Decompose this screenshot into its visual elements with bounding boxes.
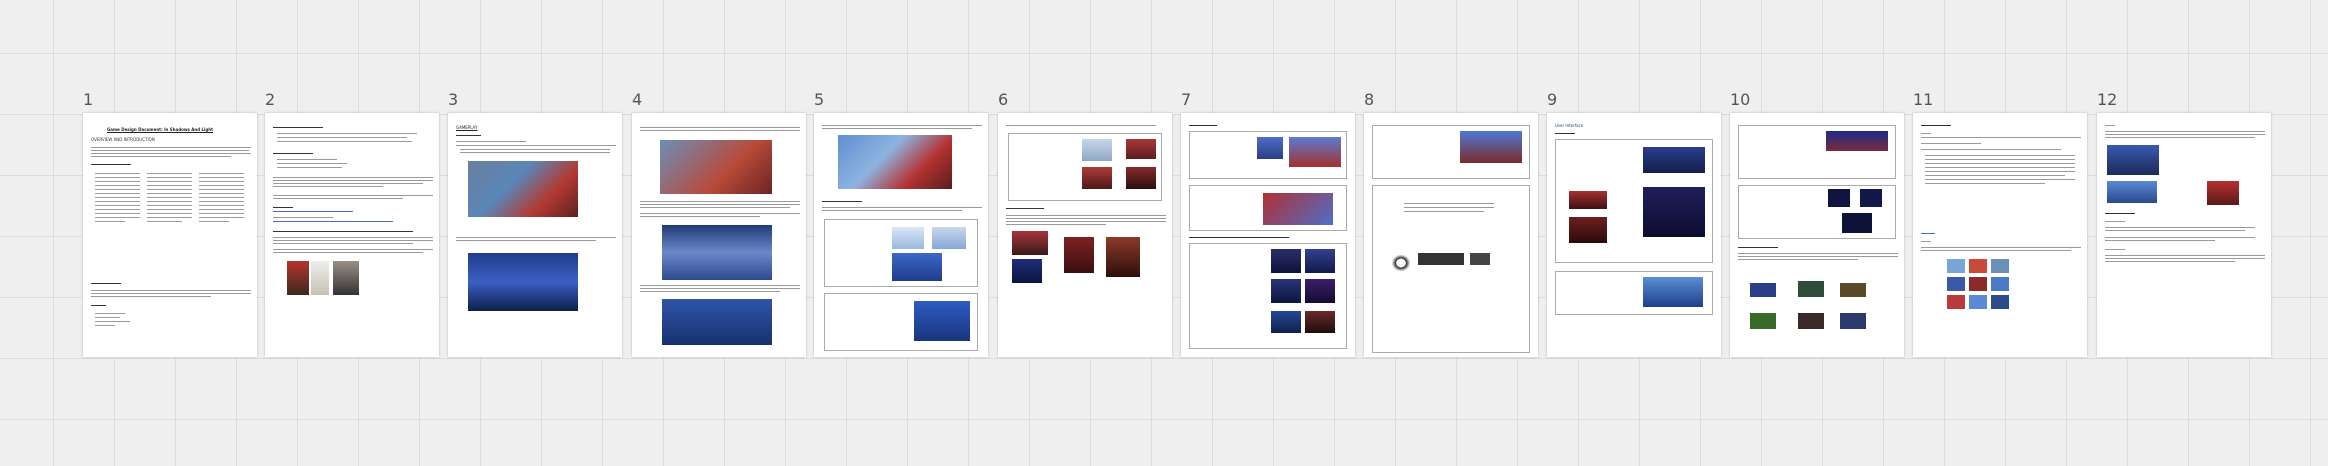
page-number-4: 4 (632, 90, 643, 109)
section-heading: OVERVIEW AND INTRODUCTION (91, 137, 155, 142)
page-number-12: 12 (2097, 90, 2118, 109)
page-thumbnail-8[interactable] (1364, 113, 1538, 357)
page-number-9: 9 (1547, 90, 1558, 109)
page-thumbnail-6[interactable] (998, 113, 1172, 357)
page-number-10: 10 (1730, 90, 1751, 109)
gameplay-heading: GAMEPLAY (456, 125, 478, 130)
page-number-7: 7 (1181, 90, 1192, 109)
page-thumbnail-1[interactable]: Game Design Document: In Shadows And Lig… (83, 113, 257, 357)
page-number-11: 11 (1913, 90, 1934, 109)
page-thumbnail-11[interactable] (1913, 113, 2087, 357)
document-title: Game Design Document: In Shadows And Lig… (107, 127, 214, 132)
page-number-6: 6 (998, 90, 1009, 109)
page-thumbnail-10[interactable] (1730, 113, 1904, 357)
page-thumbnail-5[interactable] (814, 113, 988, 357)
page-thumbnail-4[interactable] (632, 113, 806, 357)
page-number-2: 2 (265, 90, 276, 109)
page-thumbnail-3[interactable]: GAMEPLAY (448, 113, 622, 357)
page-thumbnail-9[interactable]: User Interface (1547, 113, 1721, 357)
page-thumbnail-2[interactable] (265, 113, 439, 357)
page-number-5: 5 (814, 90, 825, 109)
ui-heading: User Interface (1555, 123, 1584, 128)
page-thumbnail-12[interactable] (2097, 113, 2271, 357)
page-number-8: 8 (1364, 90, 1375, 109)
page-number-1: 1 (83, 90, 94, 109)
page-thumbnail-7[interactable] (1181, 113, 1355, 357)
page-number-3: 3 (448, 90, 459, 109)
